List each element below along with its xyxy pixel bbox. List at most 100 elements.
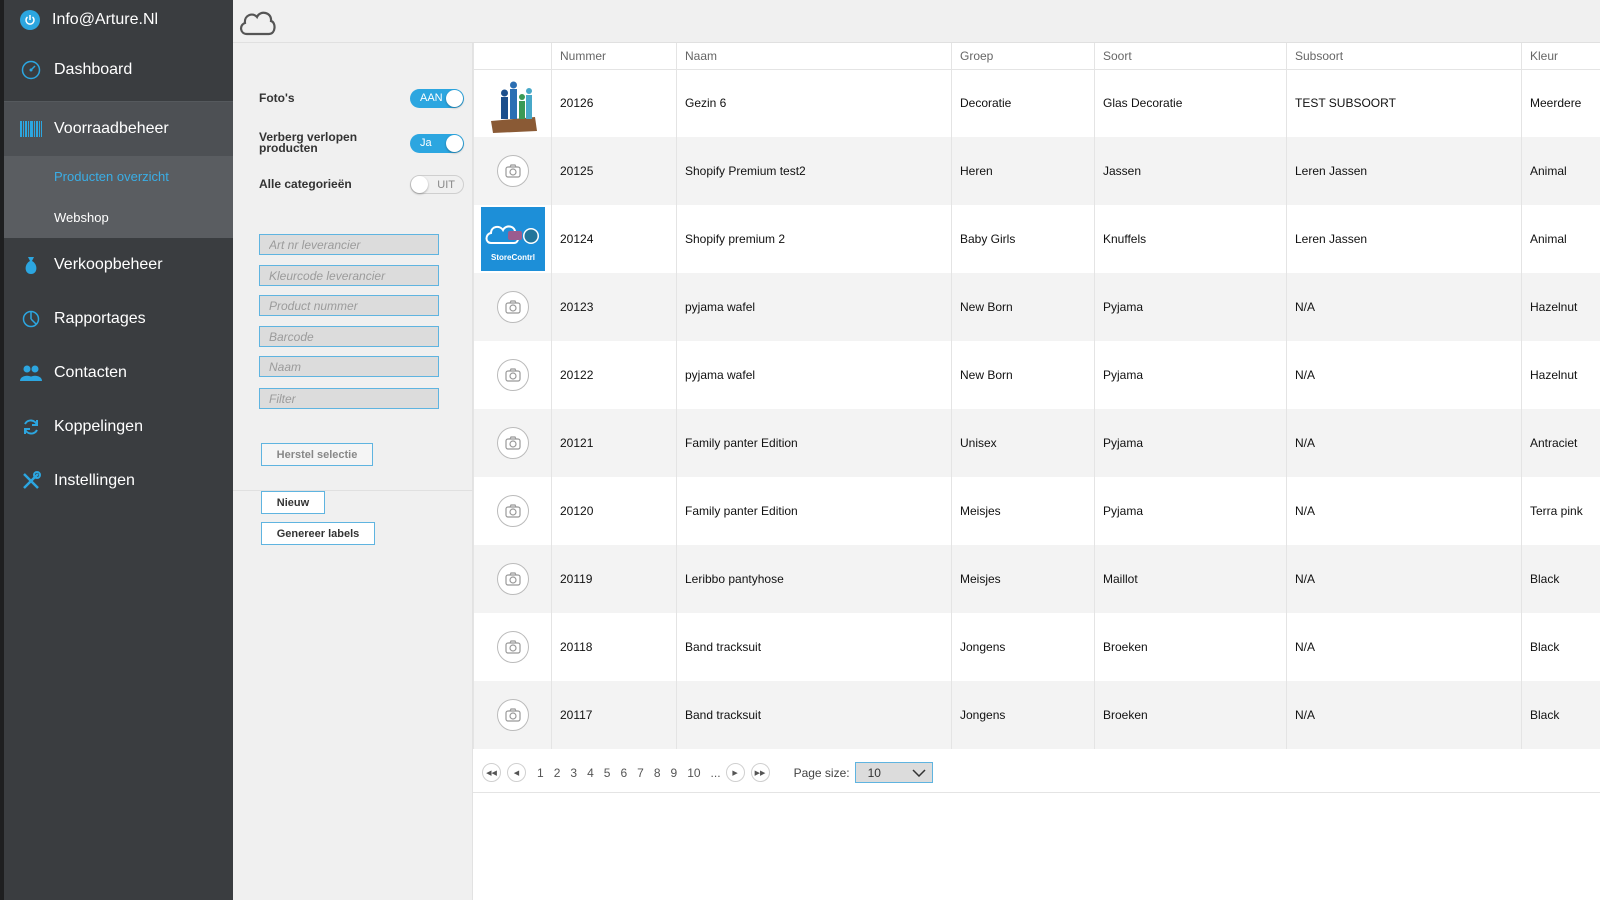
page-link-2[interactable]: 2 <box>554 766 561 780</box>
svg-text:StoreContrl: StoreContrl <box>491 253 535 262</box>
column-header-naam[interactable]: Naam <box>676 43 952 70</box>
product-nummer-input[interactable] <box>259 295 439 316</box>
page-link-more[interactable]: ... <box>711 766 721 780</box>
cell-kleur: Black <box>1521 613 1600 681</box>
toggle-state: Ja <box>420 136 432 149</box>
product-image-cell[interactable]: StoreContrl <box>473 205 552 273</box>
toggle-knob <box>411 176 428 193</box>
product-image-cell[interactable] <box>473 477 552 545</box>
submenu-item-webshop[interactable]: Webshop <box>4 197 233 238</box>
table-row[interactable]: 20121 Family panter Edition Unisex Pyjam… <box>473 409 1600 477</box>
sidebar-item-verkoopbeheer[interactable]: Verkoopbeheer <box>4 238 233 292</box>
product-image-cell[interactable] <box>473 69 552 137</box>
page-link-7[interactable]: 7 <box>637 766 644 780</box>
verberg-verlopen-toggle[interactable]: Ja <box>410 133 464 153</box>
previous-page-icon[interactable]: ◀ <box>507 763 526 782</box>
camera-icon <box>496 291 529 323</box>
cell-kleur: Meerdere <box>1521 69 1600 137</box>
last-page-icon[interactable]: ▶▶ <box>750 763 770 782</box>
page-link-4[interactable]: 4 <box>587 766 594 780</box>
sidebar-item-voorraadbeheer[interactable]: Voorraadbeheer <box>4 101 233 156</box>
kleurcode-leverancier-input[interactable] <box>259 265 439 286</box>
submenu-item-producten-overzicht[interactable]: Producten overzicht <box>4 156 233 197</box>
camera-icon <box>496 563 529 595</box>
table-row[interactable]: 20123 pyjama wafel New Born Pyjama N/A H… <box>473 273 1600 341</box>
money-bag-icon <box>20 254 42 276</box>
toggle-label: Foto's <box>259 91 295 105</box>
page-link-6[interactable]: 6 <box>620 766 627 780</box>
cell-groep: Unisex <box>951 409 1095 477</box>
barcode-input[interactable] <box>259 326 439 347</box>
table-row[interactable]: 20126 Gezin 6 Decoratie Glas Decoratie T… <box>473 69 1600 137</box>
cell-naam: pyjama wafel <box>676 341 952 409</box>
cell-kleur: Hazelnut <box>1521 273 1600 341</box>
sidebar-item-label: Koppelingen <box>54 418 143 435</box>
page-size-select[interactable]: 10 <box>854 762 933 783</box>
page-link-8[interactable]: 8 <box>654 766 661 780</box>
cell-groep: Decoratie <box>951 69 1095 137</box>
toggle-row-alle-categorieen: Alle categorieën UIT <box>259 175 464 194</box>
table-row[interactable]: 20117 Band tracksuit Jongens Broeken N/A… <box>473 681 1600 749</box>
herstel-selectie-button[interactable]: Herstel selectie <box>261 443 373 466</box>
sidebar-item-rapportages[interactable]: Rapportages <box>4 292 233 346</box>
table-row[interactable]: 20122 pyjama wafel New Born Pyjama N/A H… <box>473 341 1600 409</box>
naam-input[interactable] <box>259 356 439 377</box>
cell-subsoort: N/A <box>1286 681 1522 749</box>
page-link-1[interactable]: 1 <box>537 766 544 780</box>
product-image-cell[interactable] <box>473 681 552 749</box>
fotos-toggle[interactable]: AAN <box>410 89 464 108</box>
cell-subsoort: N/A <box>1286 273 1522 341</box>
sidebar-item-dashboard[interactable]: Dashboard <box>4 39 233 101</box>
column-header-nummer[interactable]: Nummer <box>551 43 677 70</box>
product-image-cell[interactable] <box>473 137 552 205</box>
cell-soort: Broeken <box>1094 613 1287 681</box>
sync-icon <box>20 416 42 438</box>
next-page-icon[interactable]: ▶ <box>725 763 745 782</box>
column-header-groep[interactable]: Groep <box>951 43 1095 70</box>
filter-input[interactable] <box>259 388 439 409</box>
genereer-labels-button[interactable]: Genereer labels <box>261 522 375 545</box>
product-image-cell[interactable] <box>473 273 552 341</box>
page-link-3[interactable]: 3 <box>570 766 577 780</box>
cell-kleur: Black <box>1521 681 1600 749</box>
toggle-knob <box>446 134 463 152</box>
table-row[interactable]: StoreContrl 20124 Shopify premium 2 Baby… <box>473 205 1600 273</box>
table-row[interactable]: 20119 Leribbo pantyhose Meisjes Maillot … <box>473 545 1600 613</box>
column-header-soort[interactable]: Soort <box>1094 43 1287 70</box>
sidebar-item-label: Rapportages <box>54 310 146 327</box>
page-link-5[interactable]: 5 <box>604 766 611 780</box>
product-image-cell[interactable] <box>473 341 552 409</box>
product-image-cell[interactable] <box>473 545 552 613</box>
sidebar-item-koppelingen[interactable]: Koppelingen <box>4 400 233 454</box>
storecontrl-logo-icon: StoreContrl <box>480 207 545 271</box>
alle-categorieen-toggle[interactable]: UIT <box>410 175 464 194</box>
cloud-logo-icon[interactable] <box>237 6 277 43</box>
cell-groep: New Born <box>951 341 1095 409</box>
cell-kleur: Hazelnut <box>1521 341 1600 409</box>
cell-nummer: 20120 <box>551 477 677 545</box>
cell-kleur: Animal <box>1521 137 1600 205</box>
cell-groep: Heren <box>951 137 1095 205</box>
sidebar: Info@Arture.Nl Dashboard Voorraadbeheer … <box>4 0 233 900</box>
art-nr-leverancier-input[interactable] <box>259 234 439 255</box>
sidebar-item-instellingen[interactable]: Instellingen <box>4 454 233 508</box>
page-link-10[interactable]: 10 <box>687 766 700 780</box>
table-row[interactable]: 20125 Shopify Premium test2 Heren Jassen… <box>473 137 1600 205</box>
cell-subsoort: TEST SUBSOORT <box>1286 69 1522 137</box>
user-menu[interactable]: Info@Arture.Nl <box>4 0 233 39</box>
toggle-knob <box>446 90 463 107</box>
product-image-cell[interactable] <box>473 409 552 477</box>
column-header-kleur[interactable]: Kleur <box>1521 43 1600 70</box>
table-row[interactable]: 20118 Band tracksuit Jongens Broeken N/A… <box>473 613 1600 681</box>
table-row[interactable]: 20120 Family panter Edition Meisjes Pyja… <box>473 477 1600 545</box>
page-link-9[interactable]: 9 <box>671 766 678 780</box>
first-page-icon[interactable]: ◀◀ <box>482 763 501 782</box>
nieuw-button[interactable]: Nieuw <box>261 491 325 514</box>
cell-naam: Family panter Edition <box>676 409 952 477</box>
toggle-state: AAN <box>420 92 443 104</box>
toggle-label: Alle categorieën <box>259 177 352 191</box>
column-header-subsoort[interactable]: Subsoort <box>1286 43 1522 70</box>
cell-groep: Jongens <box>951 681 1095 749</box>
product-image-cell[interactable] <box>473 613 552 681</box>
sidebar-item-contacten[interactable]: Contacten <box>4 346 233 400</box>
